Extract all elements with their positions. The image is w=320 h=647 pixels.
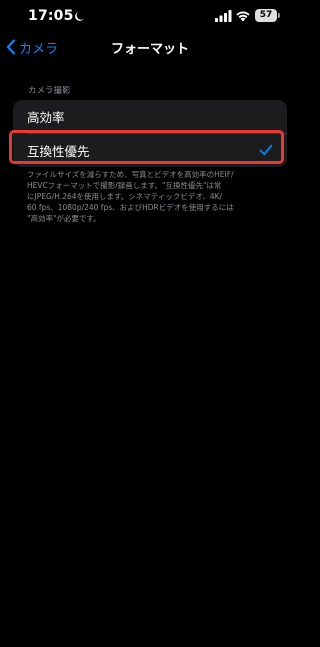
- section-footer-note: ファイルサイズを減らすため、写真とビデオを高効率のHEIF/ HEVCフォーマッ…: [27, 170, 234, 223]
- option-high-efficiency[interactable]: 高効率: [13, 100, 287, 133]
- cellular-signal-icon: [215, 10, 232, 22]
- battery-tip: [278, 13, 280, 18]
- format-options-group: 高効率 互換性優先: [13, 100, 287, 167]
- option-most-compatible[interactable]: 互換性優先: [13, 134, 287, 167]
- page-title: フォーマット: [110, 42, 189, 57]
- battery-indicator: 57: [255, 9, 277, 22]
- option-label: 互換性優先: [27, 144, 90, 159]
- checkmark-icon: [259, 144, 273, 156]
- status-bar: 17:05 57: [0, 0, 300, 32]
- status-time: 17:05: [28, 8, 74, 24]
- option-label: 高効率: [27, 110, 65, 125]
- wifi-icon: [236, 11, 250, 22]
- section-header: カメラ撮影: [28, 86, 71, 96]
- moon-icon: [75, 12, 84, 21]
